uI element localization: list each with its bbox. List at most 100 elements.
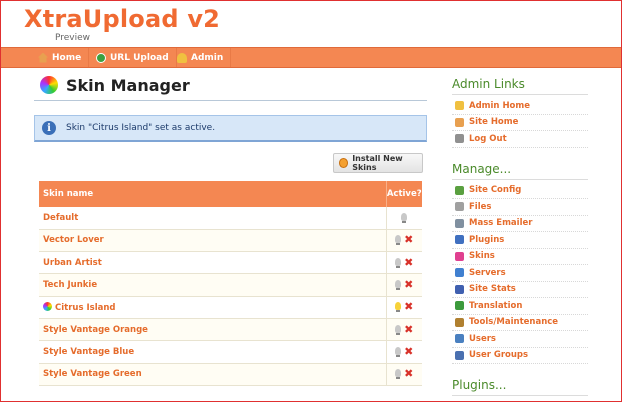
admin-links-list: Admin Home Site Home Log Out xyxy=(452,98,588,148)
url-upload-icon xyxy=(96,52,106,63)
active-cell: ✖ xyxy=(385,340,422,364)
skin-name-cell[interactable]: Citrus Island xyxy=(39,296,386,319)
column-skin-name: Skin name xyxy=(39,181,386,207)
sidebar-item-admin-home[interactable]: Admin Home xyxy=(452,98,588,115)
skin-name[interactable]: Style Vantage Orange xyxy=(43,325,148,335)
skin-name-cell[interactable]: Style Vantage Blue xyxy=(39,340,386,364)
skin-name[interactable]: Vector Lover xyxy=(43,235,104,245)
sidebar-item-tools-maintenance[interactable]: Tools/Maintenance xyxy=(452,315,588,331)
delete-icon[interactable]: ✖ xyxy=(404,257,413,268)
tools-icon xyxy=(455,317,464,327)
sidebar-item-servers[interactable]: Servers xyxy=(452,265,588,282)
nav-home[interactable]: Home xyxy=(31,48,90,67)
delete-icon[interactable]: ✖ xyxy=(404,301,413,312)
skins-icon xyxy=(455,251,464,261)
files-icon xyxy=(455,202,464,212)
sidebar-item-files[interactable]: Files xyxy=(452,199,588,216)
nav-url-upload[interactable]: URL Upload xyxy=(89,48,177,67)
sidebar-item-plugins[interactable]: Plugins xyxy=(452,232,588,249)
sidebar-item-mass-emailer[interactable]: Mass Emailer xyxy=(452,216,588,232)
skin-name[interactable]: Style Vantage Blue xyxy=(43,347,134,357)
translation-icon xyxy=(455,301,464,311)
table-row: Citrus Island ✖ xyxy=(39,296,422,319)
sidebar-item-label: Tools/Maintenance xyxy=(469,317,559,328)
lightbulb-icon[interactable] xyxy=(395,257,402,268)
sidebar-item-skins[interactable]: Skins xyxy=(452,249,588,265)
sidebar-item-user-groups[interactable]: User Groups xyxy=(452,348,588,364)
lightbulb-icon[interactable] xyxy=(401,212,408,223)
sidebar-item-label: Skins xyxy=(469,251,495,262)
sidebar-item-label: Translation xyxy=(469,300,523,311)
info-message: Skin "Citrus Island" set as active. xyxy=(66,123,216,133)
sidebar-item-label: Log Out xyxy=(469,133,507,144)
delete-icon[interactable]: ✖ xyxy=(404,346,413,357)
plugins-heading: Plugins... xyxy=(452,374,588,396)
skin-name-cell[interactable]: Vector Lover xyxy=(39,229,386,253)
nav-home-label: Home xyxy=(52,52,82,63)
sidebar-item-site-home[interactable]: Site Home xyxy=(452,115,588,131)
sidebar: Admin Links Admin Home Site Home Log Out M… xyxy=(452,73,588,401)
active-cell: ✖ xyxy=(385,229,422,253)
nav-admin-label: Admin xyxy=(191,52,224,63)
skin-name-cell[interactable]: Urban Artist xyxy=(39,251,386,275)
delete-icon[interactable]: ✖ xyxy=(404,234,413,245)
admin-links-heading: Admin Links xyxy=(452,73,588,95)
lightbulb-icon[interactable] xyxy=(395,302,402,313)
delete-icon[interactable]: ✖ xyxy=(404,368,413,379)
site-home-icon xyxy=(455,117,464,127)
servers-icon xyxy=(455,268,464,278)
skin-name-cell[interactable]: Style Vantage Green xyxy=(39,363,386,386)
table-header-row: Skin name Active? xyxy=(39,181,422,207)
mass-emailer-icon xyxy=(455,218,464,228)
delete-icon[interactable]: ✖ xyxy=(404,279,413,290)
lightbulb-icon[interactable] xyxy=(395,324,402,335)
delete-icon[interactable]: ✖ xyxy=(404,324,413,335)
sidebar-item-users[interactable]: Users xyxy=(452,331,588,348)
skin-name[interactable]: Style Vantage Green xyxy=(43,369,142,379)
lightbulb-icon[interactable] xyxy=(395,280,402,291)
skin-name-cell[interactable]: Style Vantage Orange xyxy=(39,318,386,342)
site-config-icon xyxy=(455,185,464,195)
nav-admin[interactable]: Admin xyxy=(170,48,232,67)
skin-name-cell[interactable]: Tech Junkie xyxy=(39,273,386,297)
manage-links-list: Site Config Files Mass Emailer Plugins Skins… xyxy=(452,183,588,364)
lightbulb-icon[interactable] xyxy=(395,346,402,357)
lightbulb-icon[interactable] xyxy=(395,235,402,246)
active-cell: ✖ xyxy=(385,251,422,275)
site-logo[interactable]: XtraUpload v2 xyxy=(24,5,220,33)
sidebar-item-label: Site Config xyxy=(469,185,522,196)
active-cell: ✖ xyxy=(385,363,422,386)
sidebar-item-translation[interactable]: Translation xyxy=(452,298,588,315)
home-icon xyxy=(38,52,48,63)
skin-manager-icon xyxy=(40,76,58,94)
sidebar-item-label: Mass Emailer xyxy=(469,218,533,229)
admin-icon xyxy=(177,52,187,63)
skin-name-cell[interactable]: Default xyxy=(39,207,386,230)
column-active: Active? xyxy=(385,181,422,207)
table-row: Style Vantage Green ✖ xyxy=(39,363,422,386)
skin-name[interactable]: Tech Junkie xyxy=(43,280,97,290)
sidebar-item-label: Users xyxy=(469,333,496,344)
skin-name[interactable]: Urban Artist xyxy=(43,258,102,268)
skin-name[interactable]: Citrus Island xyxy=(55,303,115,313)
page-title-row: Skin Manager xyxy=(34,73,427,101)
sidebar-item-label: Plugins xyxy=(469,234,505,245)
user-groups-icon xyxy=(455,350,464,360)
install-icon xyxy=(339,158,349,168)
lightbulb-icon[interactable] xyxy=(395,369,402,380)
sidebar-item-log-out[interactable]: Log Out xyxy=(452,131,588,148)
sidebar-item-label: Admin Home xyxy=(469,100,531,111)
skin-name[interactable]: Default xyxy=(43,213,78,223)
sidebar-item-site-stats[interactable]: Site Stats xyxy=(452,282,588,298)
page-title: Skin Manager xyxy=(66,76,190,95)
plugins-icon xyxy=(455,235,464,245)
active-cell: ✖ xyxy=(385,318,422,342)
table-row: Style Vantage Orange ✖ xyxy=(39,318,422,342)
skins-table: Skin name Active? Default Vector Lover ✖ Ur… xyxy=(39,181,422,386)
site-header: XtraUpload v2 Preview xyxy=(1,1,621,45)
sidebar-item-label: Site Home xyxy=(469,117,519,128)
sidebar-item-site-config[interactable]: Site Config xyxy=(452,183,588,199)
install-button-label: Install New Skins xyxy=(352,154,403,172)
admin-home-icon xyxy=(455,101,464,111)
install-new-skins-button[interactable]: Install New Skins xyxy=(333,153,423,173)
